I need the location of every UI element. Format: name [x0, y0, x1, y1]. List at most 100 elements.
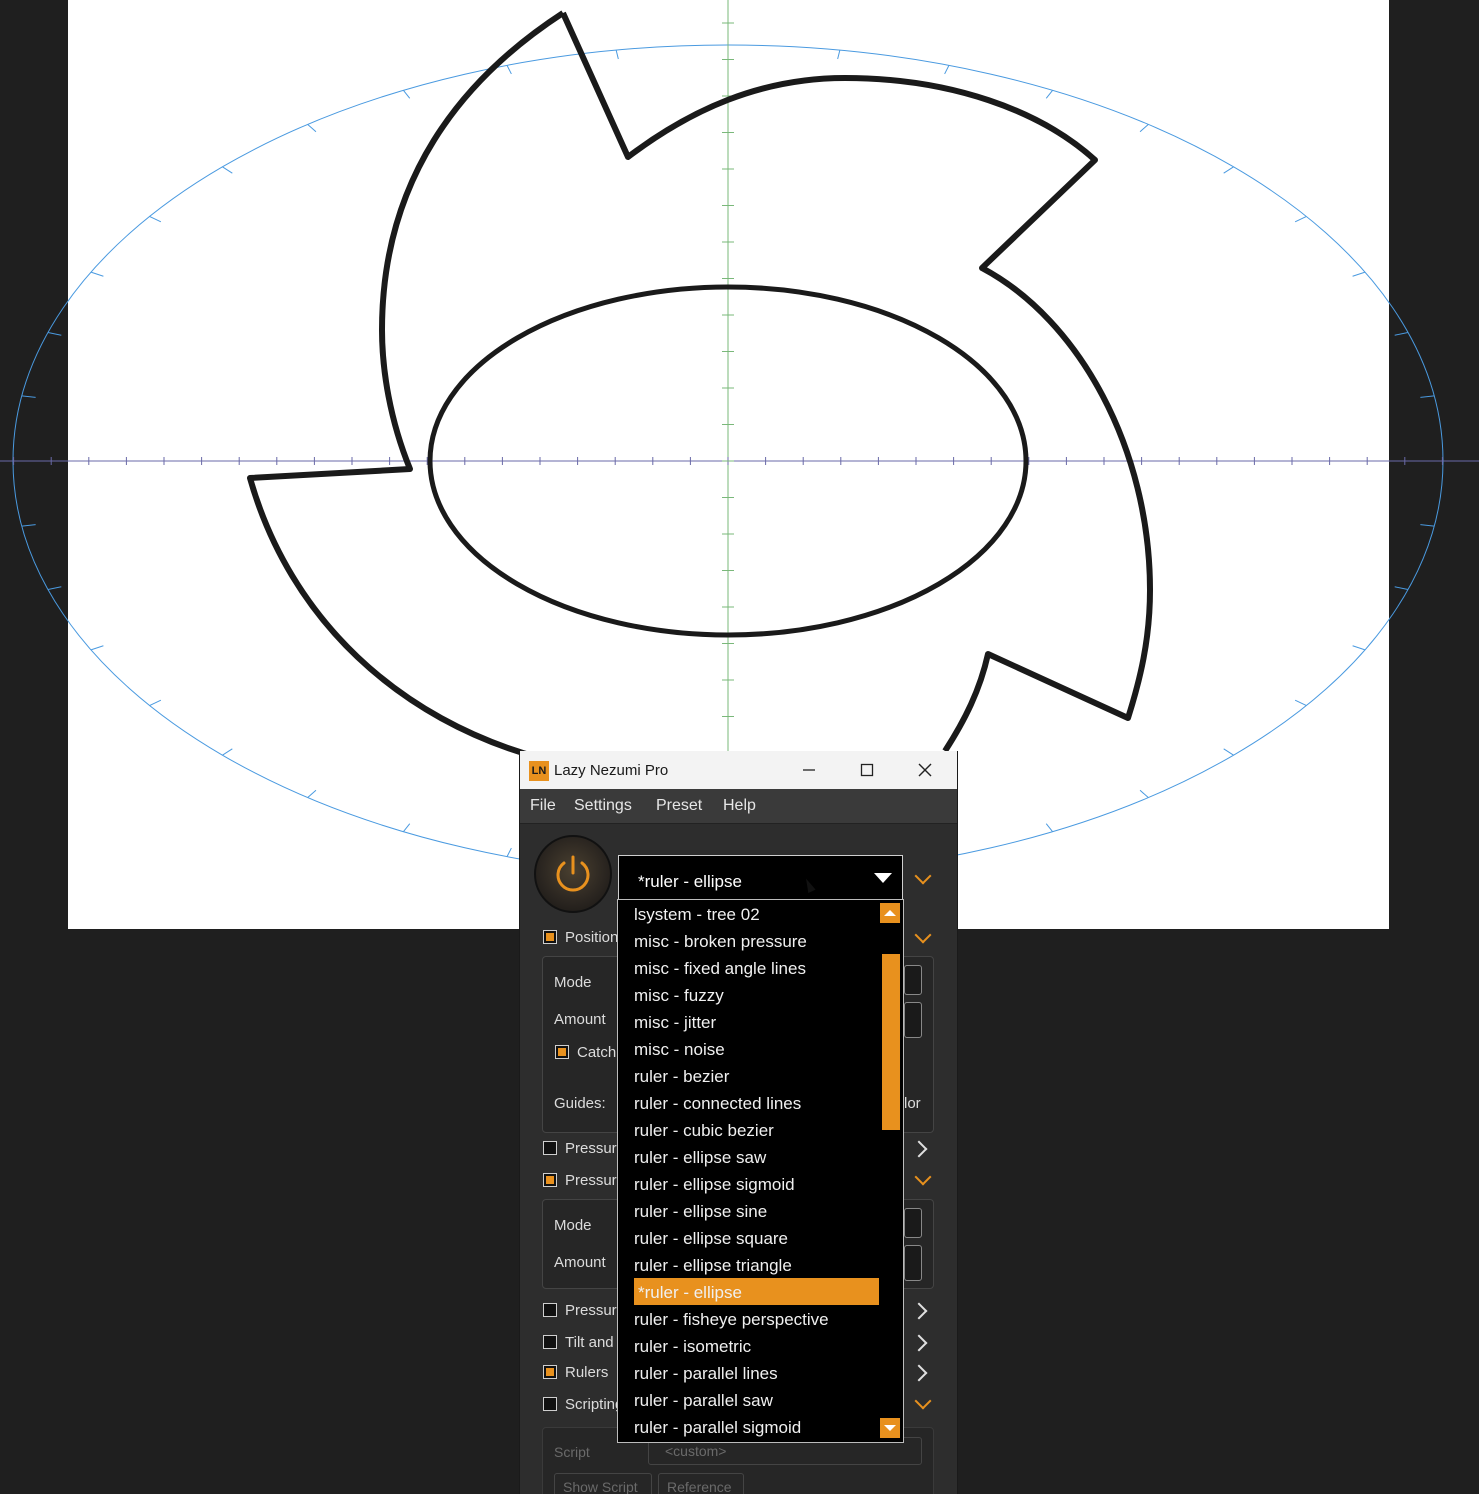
menu-bar: File Settings Preset Help [520, 789, 957, 824]
dropdown-item[interactable]: ruler - parallel lines [634, 1361, 778, 1387]
catch-checkbox[interactable] [555, 1045, 569, 1059]
dropdown-item[interactable]: misc - noise [634, 1037, 725, 1063]
pressure-checkbox-2[interactable] [543, 1173, 557, 1187]
ellipse-tick [1045, 90, 1053, 99]
dropdown-item[interactable]: *ruler - ellipse [638, 1280, 742, 1306]
close-icon[interactable] [902, 751, 948, 789]
sawtooth-ellipse-stroke [247, 10, 1153, 761]
position-checkbox[interactable] [543, 930, 557, 944]
menu-preset[interactable]: Preset [656, 797, 702, 815]
dropdown-item[interactable]: misc - fuzzy [634, 983, 724, 1009]
dropdown-item[interactable]: ruler - bezier [634, 1064, 729, 1090]
chevron-right-icon[interactable] [910, 1140, 928, 1158]
chevron-up-icon [884, 910, 896, 916]
amount-spinner[interactable] [904, 1245, 922, 1281]
position-label: Position [565, 929, 619, 946]
chevron-down-icon [884, 1425, 896, 1431]
amount-spinner[interactable] [904, 1002, 922, 1038]
dropdown-item[interactable]: ruler - connected lines [634, 1091, 801, 1117]
ellipse-tick [307, 124, 317, 133]
ellipse-tick [1045, 823, 1053, 832]
tilt-label: Tilt and [565, 1334, 614, 1351]
pressure-checkbox-1[interactable] [543, 1141, 557, 1155]
ellipse-tick [149, 699, 162, 706]
rulers-label: Rulers [565, 1364, 609, 1381]
maximize-icon[interactable] [844, 751, 890, 789]
mode-select-arrow[interactable] [904, 965, 922, 995]
ellipse-tick [1420, 524, 1435, 527]
amount-label: Amount [554, 1011, 606, 1028]
script-label: Script [554, 1444, 590, 1460]
ellipse-tick [90, 271, 104, 277]
ellipse-tick [1223, 748, 1234, 756]
ellipse-tick [1420, 395, 1435, 398]
chevron-down-icon[interactable] [914, 1168, 932, 1186]
minimize-icon[interactable] [786, 751, 832, 789]
dropdown-item[interactable]: misc - jitter [634, 1010, 716, 1036]
ellipse-tick [1294, 216, 1307, 223]
show-script-button: Show Script [554, 1473, 652, 1494]
dropdown-item[interactable]: ruler - ellipse triangle [634, 1253, 792, 1279]
dropdown-item[interactable]: ruler - cubic bezier [634, 1118, 774, 1144]
dropdown-item[interactable]: ruler - parallel sigmoid [634, 1415, 801, 1441]
ellipse-tick [1394, 331, 1409, 336]
dropdown-item[interactable]: misc - fixed angle lines [634, 956, 806, 982]
scripting-checkbox[interactable] [543, 1397, 557, 1411]
power-button[interactable] [534, 835, 612, 913]
preset-dropdown-list[interactable]: lsystem - tree 02 misc - broken pressure m… [617, 899, 904, 1443]
menu-file[interactable]: File [530, 797, 556, 815]
ellipse-tick [307, 789, 317, 798]
ellipse-tick [47, 586, 62, 591]
ellipse-tick [403, 90, 411, 99]
show-script-label: Show Script [563, 1479, 638, 1494]
chevron-down-icon[interactable] [914, 926, 932, 944]
preset-value: *ruler - ellipse [638, 872, 742, 891]
ellipse-tick [944, 65, 950, 75]
dropdown-item[interactable]: ruler - parallel saw [634, 1388, 773, 1414]
menu-help[interactable]: Help [723, 797, 756, 815]
power-icon [556, 855, 590, 892]
tilt-checkbox[interactable] [543, 1335, 557, 1349]
scrollbar-thumb[interactable] [882, 954, 900, 1130]
ellipse-tick [47, 331, 62, 336]
dropdown-item[interactable]: ruler - ellipse square [634, 1226, 788, 1252]
guides-color-label: lor [904, 1095, 921, 1112]
ellipse-tick [21, 524, 36, 527]
ellipse-tick [1394, 586, 1409, 591]
ellipse-tick [21, 395, 36, 398]
app-logo-icon: LN [529, 761, 549, 781]
mode-label: Mode [554, 1217, 592, 1234]
guides-label: Guides: [554, 1095, 606, 1112]
dropdown-arrow-icon [874, 873, 892, 883]
chevron-right-icon[interactable] [910, 1364, 928, 1382]
ellipse-tick [837, 50, 841, 60]
dropdown-item[interactable]: misc - broken pressure [634, 929, 807, 955]
reference-label: Reference [667, 1479, 732, 1494]
ellipse-tick [1352, 645, 1366, 651]
dropdown-item[interactable]: ruler - ellipse sine [634, 1199, 767, 1225]
ellipse-tick [1352, 271, 1366, 277]
rulers-checkbox[interactable] [543, 1365, 557, 1379]
menu-settings[interactable]: Settings [574, 797, 632, 815]
dropdown-item[interactable]: lsystem - tree 02 [634, 902, 760, 928]
dropdown-item[interactable]: ruler - isometric [634, 1334, 751, 1360]
reference-button: Reference [658, 1473, 744, 1494]
ellipse-tick [1223, 166, 1234, 174]
dropdown-item[interactable]: ruler - ellipse saw [634, 1145, 766, 1171]
preset-select[interactable]: *ruler - ellipse [618, 855, 903, 900]
chevron-right-icon[interactable] [910, 1302, 928, 1320]
catch-label: Catch [577, 1044, 617, 1061]
scroll-down-button[interactable] [880, 1418, 900, 1438]
ellipse-tick [90, 645, 104, 651]
pressure-checkbox-3[interactable] [543, 1303, 557, 1317]
ellipse-tick [506, 65, 512, 75]
dropdown-item[interactable]: ruler - fisheye perspective [634, 1307, 829, 1333]
ellipse-tick [222, 166, 233, 174]
dropdown-item[interactable]: ruler - ellipse sigmoid [634, 1172, 795, 1198]
chevron-right-icon[interactable] [910, 1334, 928, 1352]
ellipse-tick [1139, 789, 1149, 798]
mode-select-arrow[interactable] [904, 1208, 922, 1238]
chevron-down-icon[interactable] [914, 1392, 932, 1410]
chevron-down-icon[interactable] [914, 867, 932, 885]
scroll-up-button[interactable] [880, 903, 900, 923]
